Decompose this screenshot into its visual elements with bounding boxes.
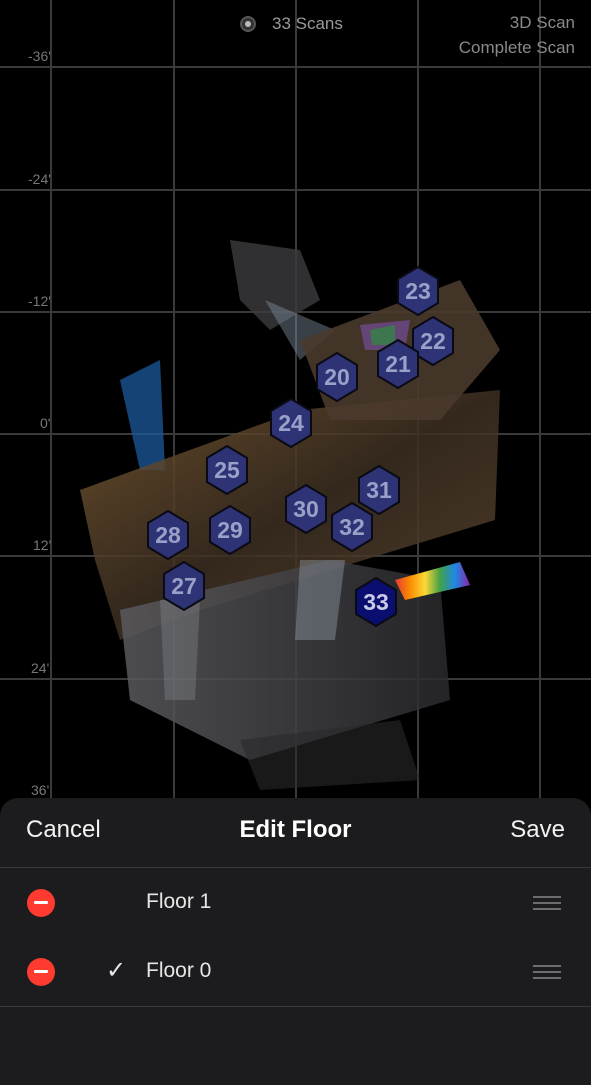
- cancel-button[interactable]: Cancel: [26, 816, 101, 844]
- save-button[interactable]: Save: [510, 816, 565, 844]
- scans-indicator: 33 Scans: [240, 14, 343, 34]
- scan-marker[interactable]: 30: [284, 484, 328, 534]
- floor-plan-map[interactable]: -36' -24' -12' 0' 12' 24' 36' 33 Scans 3…: [0, 0, 591, 800]
- scan-marker[interactable]: 20: [315, 352, 359, 402]
- drag-handle-icon[interactable]: [533, 896, 561, 910]
- scan-marker-number: 25: [214, 457, 240, 483]
- scan-marker-number: 20: [324, 364, 350, 390]
- floor-name: Floor 1: [146, 890, 212, 913]
- scan-dot-icon: [240, 16, 256, 32]
- scan-marker-number: 33: [363, 589, 389, 615]
- remove-floor-button[interactable]: [27, 958, 55, 986]
- scan-status: 3D Scan Complete Scan: [459, 10, 575, 60]
- remove-floor-button[interactable]: [27, 889, 55, 917]
- floor-name: Floor 0: [146, 959, 212, 982]
- scan-marker-number: 24: [278, 410, 304, 436]
- scan-marker-number: 32: [339, 514, 365, 540]
- floor-row[interactable]: ✓ Floor 0: [0, 937, 591, 1007]
- scan-marker[interactable]: 25: [205, 445, 249, 495]
- floor-row[interactable]: Floor 1: [0, 868, 591, 937]
- scan-completion-label: Complete Scan: [458, 38, 575, 57]
- sheet-header: Cancel Edit Floor Save: [0, 798, 591, 868]
- scan-marker[interactable]: 32: [330, 502, 374, 552]
- drag-handle-icon[interactable]: [533, 965, 561, 979]
- scans-count: 33 Scans: [272, 14, 343, 33]
- scan-marker-number: 27: [171, 573, 197, 599]
- scan-marker-number: 29: [217, 517, 243, 543]
- scan-marker[interactable]: 23: [396, 266, 440, 316]
- scan-marker-number: 28: [155, 522, 181, 548]
- scan-marker[interactable]: 28: [146, 510, 190, 560]
- scan-marker-number: 30: [293, 496, 319, 522]
- edit-floor-sheet: Cancel Edit Floor Save Floor 1 ✓ Floor 0: [0, 798, 591, 1085]
- scan-marker-number: 21: [385, 351, 411, 377]
- scan-marker[interactable]: 33: [354, 577, 398, 627]
- scan-type-label: 3D Scan: [509, 13, 575, 32]
- scan-marker[interactable]: 21: [376, 339, 420, 389]
- checkmark-icon: ✓: [106, 957, 127, 984]
- scan-marker[interactable]: 27: [162, 561, 206, 611]
- scan-marker[interactable]: 24: [269, 398, 313, 448]
- scan-marker-number: 23: [405, 278, 431, 304]
- scan-marker[interactable]: 29: [208, 505, 252, 555]
